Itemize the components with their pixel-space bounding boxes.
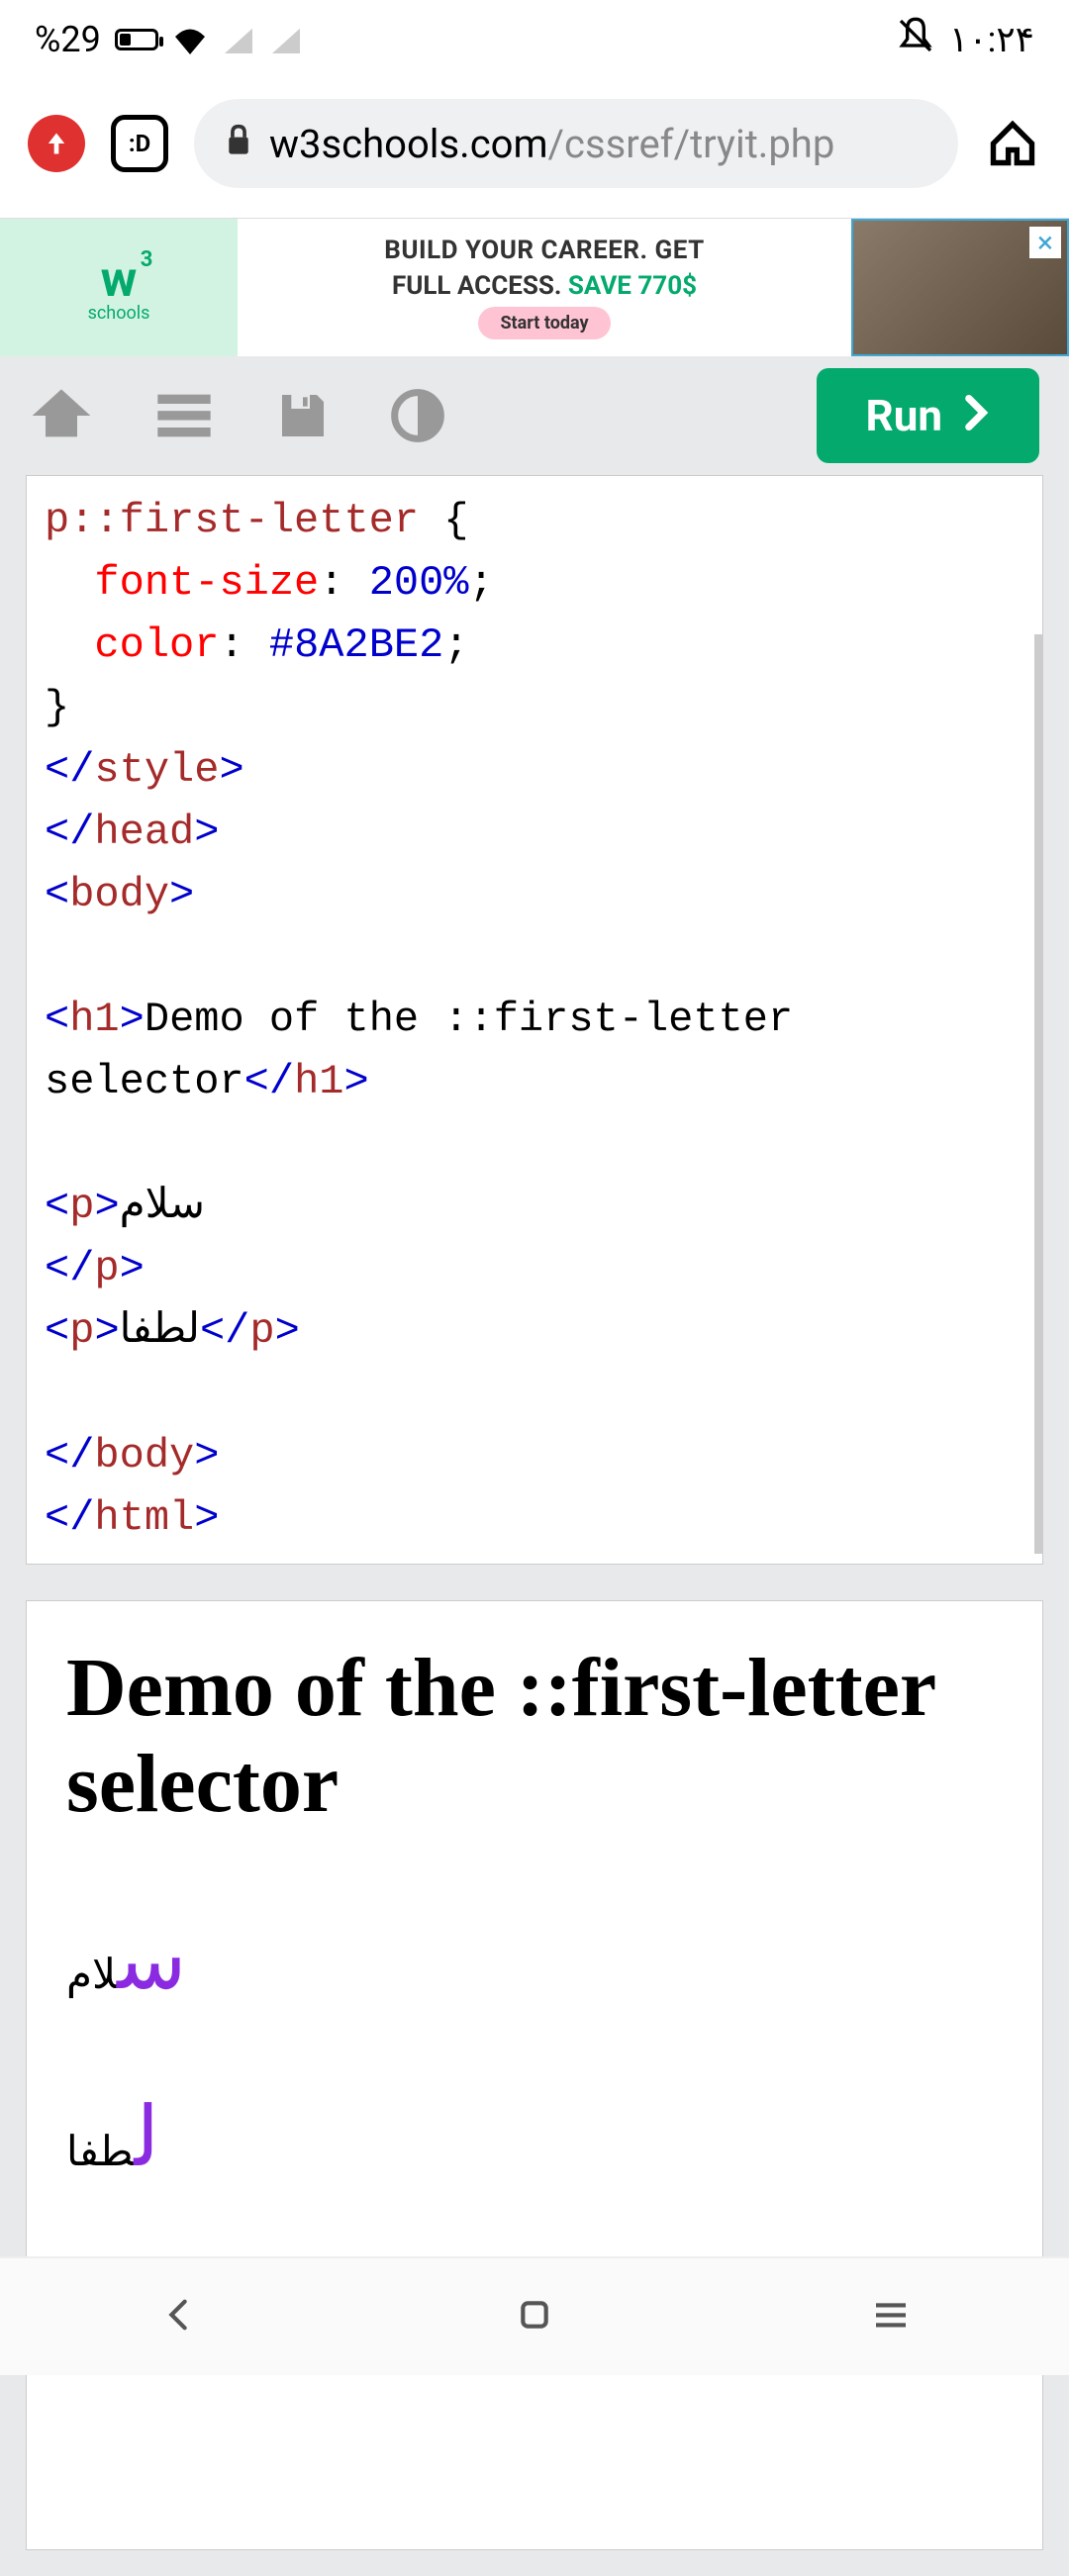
battery-pct: %29 — [35, 19, 101, 60]
tabs-label: :D — [129, 130, 150, 157]
ad-center: BUILD YOUR CAREER. GET FULL ACCESS. SAVE… — [238, 219, 851, 356]
code-line: </p> — [45, 1238, 1024, 1300]
url-host: w3schools.com — [269, 121, 548, 167]
alarm-off-icon — [896, 16, 935, 64]
code-line: </style> — [45, 739, 1024, 802]
status-right: ۱۰:۲۴ — [896, 16, 1034, 64]
ad-close-button[interactable]: × — [1029, 227, 1061, 258]
status-bar: %29 ۱۰:۲۴ — [0, 0, 1069, 79]
lock-icon — [224, 123, 253, 164]
code-editor[interactable]: p::first-letter { font-size: 200%; color… — [26, 475, 1043, 1565]
output-panel: Demo of the ::first-letter selector سلام… — [26, 1600, 1043, 2550]
browser-bar: :D w3schools.com/cssref/tryit.php — [0, 79, 1069, 208]
code-line: </body> — [45, 1425, 1024, 1487]
output-paragraph-2: لطفا — [66, 2088, 1003, 2186]
ad-image: × — [851, 219, 1069, 356]
browser-home-button[interactable] — [984, 118, 1041, 169]
tabs-button[interactable]: :D — [111, 115, 168, 172]
code-line: <p>لطفا</p> — [45, 1300, 1024, 1363]
code-line — [45, 1363, 1024, 1425]
code-line: </html> — [45, 1487, 1024, 1550]
wifi-icon — [172, 25, 208, 54]
chevron-right-icon — [962, 390, 990, 441]
ad-logo-letter: w3 — [101, 251, 138, 309]
code-line: <p>سلام — [45, 1176, 1024, 1238]
code-line: font-size: 200%; — [45, 552, 1024, 615]
url-text: w3schools.com/cssref/tryit.php — [269, 121, 834, 167]
menu-icon[interactable] — [152, 384, 216, 447]
code-line: color: #8A2BE2; — [45, 615, 1024, 677]
url-path: /cssref/tryit.php — [548, 121, 835, 167]
ad-cta-button[interactable]: Start today — [478, 307, 610, 339]
ad-headline-2: FULL ACCESS. SAVE 770$ — [392, 271, 697, 301]
opera-upload-icon[interactable] — [28, 115, 85, 172]
signal-icon-2 — [269, 26, 303, 53]
clock-time: ۱۰:۲۴ — [949, 19, 1034, 60]
ad-logo: w3 schools — [0, 219, 238, 356]
code-line — [45, 1113, 1024, 1176]
ad-headline-1: BUILD YOUR CAREER. GET — [384, 236, 704, 265]
code-line: p::first-letter { — [45, 490, 1024, 552]
battery-icon — [115, 29, 158, 50]
theme-toggle-icon[interactable] — [390, 388, 445, 443]
code-line: } — [45, 677, 1024, 739]
home-button[interactable] — [515, 2295, 554, 2338]
home-icon[interactable] — [30, 384, 93, 447]
run-button[interactable]: Run — [817, 368, 1040, 463]
output-heading: Demo of the ::first-letter selector — [66, 1641, 1003, 1832]
status-left: %29 — [35, 19, 303, 60]
ad-banner[interactable]: w3 schools BUILD YOUR CAREER. GET FULL A… — [0, 218, 1069, 356]
code-line: <h1>Demo of the ::first-letter selector<… — [45, 989, 1024, 1113]
save-icon[interactable] — [275, 388, 331, 443]
recent-apps-button[interactable] — [871, 2295, 911, 2338]
system-nav-bar — [0, 2256, 1069, 2375]
back-button[interactable] — [158, 2295, 198, 2338]
url-bar[interactable]: w3schools.com/cssref/tryit.php — [194, 99, 958, 188]
run-label: Run — [866, 390, 943, 441]
code-line: <body> — [45, 864, 1024, 926]
output-paragraph-1: سلام — [66, 1911, 1003, 2009]
code-line — [45, 926, 1024, 989]
editor-toolbar: Run — [0, 356, 1069, 475]
signal-icon-1 — [222, 26, 255, 53]
code-line: </head> — [45, 802, 1024, 864]
